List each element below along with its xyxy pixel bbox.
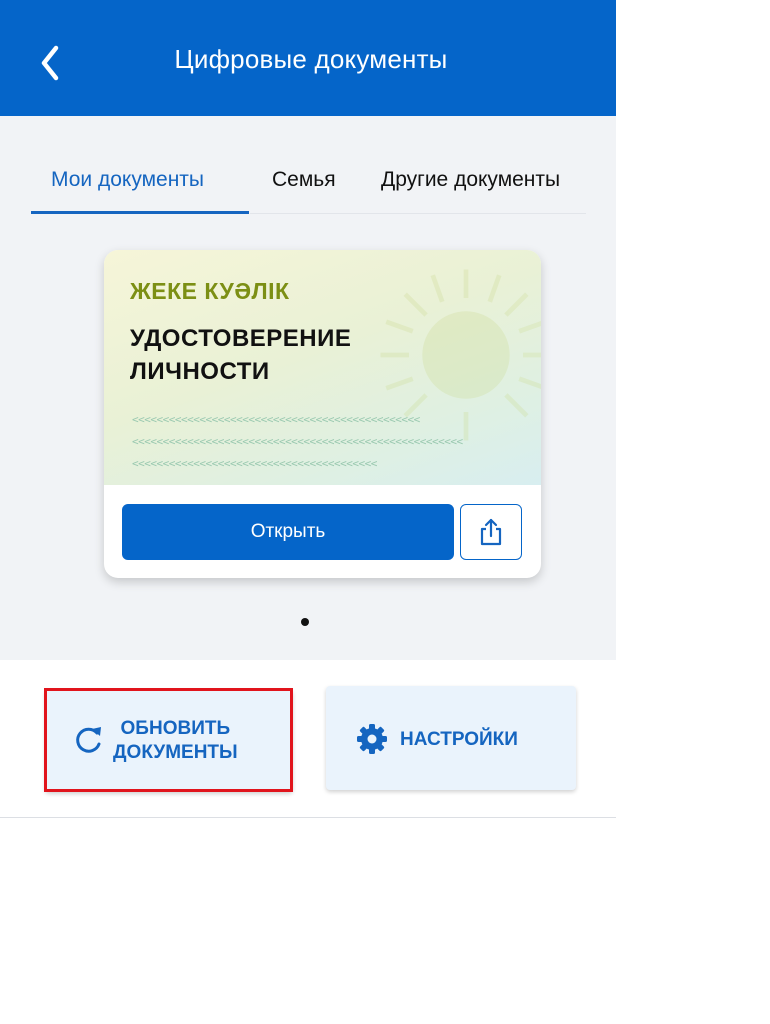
active-tab-indicator	[31, 211, 249, 214]
settings-label: НАСТРОЙКИ	[400, 729, 518, 750]
settings-button[interactable]: НАСТРОЙКИ	[326, 686, 576, 790]
share-icon	[480, 518, 502, 546]
id-card-face: ЖЕКЕ КУӘЛІК УДОСТОВЕРЕНИЕ ЛИЧНОСТИ <<<<<…	[104, 250, 541, 485]
refresh-label-line1: ОБНОВИТЬ	[120, 718, 231, 739]
share-button[interactable]	[460, 504, 522, 560]
refresh-documents-label: ОБНОВИТЬ ДОКУМЕНТЫ	[113, 717, 238, 765]
mrz-line: <<<<<<<<<<<<<<<<<<<<<<<<<<<<<<<<<<<<<<<<	[132, 457, 377, 470]
refresh-icon	[76, 727, 101, 753]
screen: Цифровые документы Мои документы Семья Д…	[0, 0, 616, 1024]
tab-my-documents[interactable]: Мои документы	[51, 168, 204, 192]
id-card[interactable]: ЖЕКЕ КУӘЛІК УДОСТОВЕРЕНИЕ ЛИЧНОСТИ <<<<<…	[104, 250, 541, 578]
mrz-line: <<<<<<<<<<<<<<<<<<<<<<<<<<<<<<<<<<<<<<<<…	[132, 435, 463, 448]
tab-family[interactable]: Семья	[272, 168, 336, 192]
card-title-ru-line1: УДОСТОВЕРЕНИЕ	[130, 325, 352, 352]
mrz-line: <<<<<<<<<<<<<<<<<<<<<<<<<<<<<<<<<<<<<<<<…	[132, 413, 420, 426]
refresh-label-line2: ДОКУМЕНТЫ	[113, 742, 238, 763]
page-title: Цифровые документы	[174, 44, 448, 74]
gear-icon	[357, 724, 387, 754]
bottom-divider	[0, 817, 616, 818]
refresh-documents-button[interactable]: ОБНОВИТЬ ДОКУМЕНТЫ	[45, 689, 293, 792]
app-bar: Цифровые документы	[0, 0, 616, 116]
tab-divider	[250, 213, 586, 214]
tab-other-documents[interactable]: Другие документы	[381, 168, 560, 192]
page-indicator-dot	[301, 618, 309, 626]
card-title-kz: ЖЕКЕ КУӘЛІК	[130, 278, 290, 304]
card-title-ru-line2: ЛИЧНОСТИ	[130, 358, 270, 385]
card-title-ru: УДОСТОВЕРЕНИЕ ЛИЧНОСТИ	[130, 322, 390, 388]
tab-bar: Мои документы Семья Другие документы	[0, 116, 616, 216]
open-button[interactable]: Открыть	[122, 504, 454, 560]
